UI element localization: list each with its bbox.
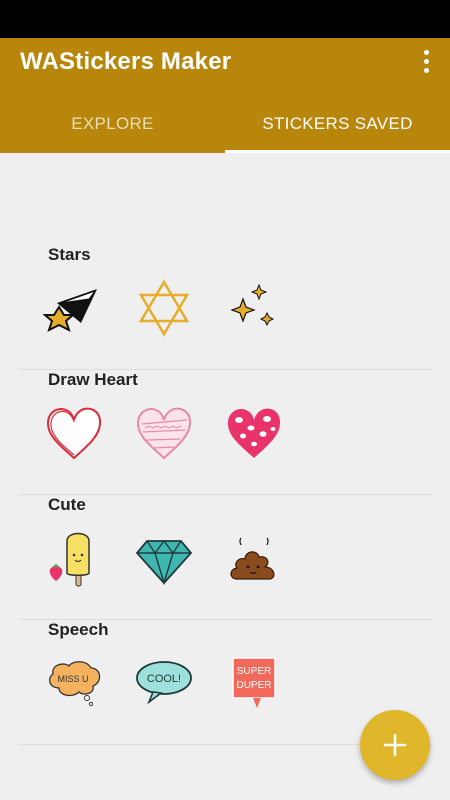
hexagram-star-sticker[interactable] bbox=[133, 277, 195, 339]
shooting-star-sticker[interactable] bbox=[43, 277, 105, 339]
svg-text:MISS U: MISS U bbox=[57, 674, 88, 684]
pack-title: Draw Heart bbox=[48, 370, 138, 389]
miss-u-bubble-sticker[interactable]: MISS U bbox=[43, 652, 105, 714]
cool-bubble-sticker[interactable]: COOL! bbox=[133, 652, 195, 714]
tab-bar: EXPLORE STICKERS SAVED bbox=[0, 106, 450, 153]
add-sticker-pack-button[interactable] bbox=[360, 710, 430, 780]
super-duper-bubble-sticker[interactable]: SUPER DUPER bbox=[223, 652, 285, 714]
sticker-pack-stars[interactable]: Stars bbox=[18, 245, 432, 370]
pack-title: Speech bbox=[48, 620, 109, 639]
pink-pattern-heart-sticker[interactable] bbox=[133, 402, 195, 464]
overflow-menu-icon[interactable] bbox=[416, 48, 436, 74]
sticker-pack-cute[interactable]: Cute bbox=[18, 495, 432, 620]
app-bar: WAStickers Maker EXPLORE STICKERS SAVED bbox=[0, 38, 450, 153]
poop-sticker[interactable] bbox=[223, 527, 285, 589]
tab-explore[interactable]: EXPLORE bbox=[0, 106, 225, 153]
plus-icon bbox=[383, 733, 407, 757]
pack-title: Cute bbox=[48, 495, 86, 514]
diamond-sticker[interactable] bbox=[133, 527, 195, 589]
popsicle-strawberry-sticker[interactable] bbox=[43, 527, 105, 589]
status-bar bbox=[0, 0, 450, 38]
red-outline-heart-sticker[interactable] bbox=[43, 402, 105, 464]
app-title: WAStickers Maker bbox=[20, 48, 232, 75]
svg-text:DUPER: DUPER bbox=[236, 680, 271, 691]
svg-text:SUPER: SUPER bbox=[237, 666, 271, 677]
sparkles-sticker[interactable] bbox=[223, 277, 285, 339]
sticker-pack-list: Stars Draw Heart Cute Speech MISS U COOL… bbox=[0, 153, 450, 800]
tab-stickers-saved[interactable]: STICKERS SAVED bbox=[225, 106, 450, 153]
svg-text:COOL!: COOL! bbox=[147, 673, 181, 685]
pack-title: Stars bbox=[48, 245, 91, 264]
sticker-pack-draw-heart[interactable]: Draw Heart bbox=[18, 370, 432, 495]
pink-leopard-heart-sticker[interactable] bbox=[223, 402, 285, 464]
